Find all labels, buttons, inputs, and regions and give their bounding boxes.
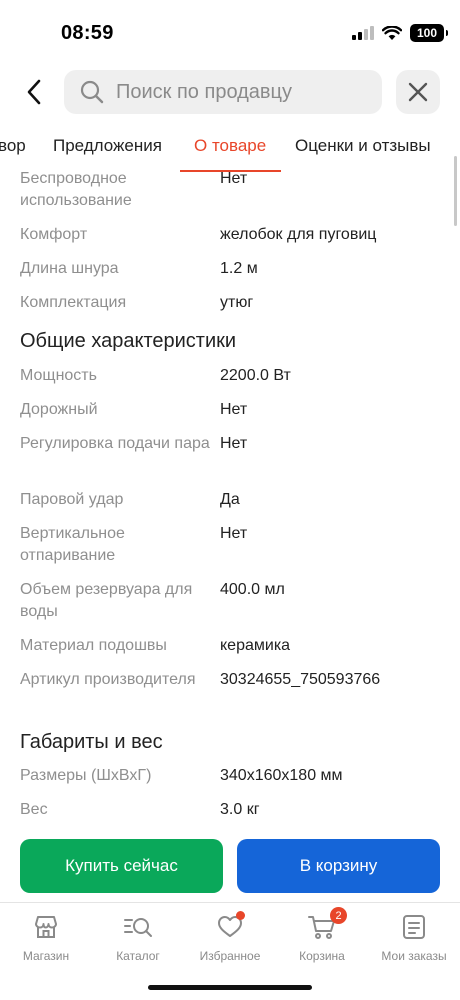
spec-value: желобок для пуговиц	[220, 226, 377, 243]
spec-key: Комплектация	[20, 294, 127, 311]
home-indicator[interactable]	[148, 985, 312, 990]
battery-icon: 100	[410, 24, 448, 42]
search-input[interactable]	[116, 80, 356, 104]
spec-key: Вес	[20, 801, 48, 818]
spec-value: 3.0 кг	[220, 801, 260, 818]
spec-key: Беспроводное использование	[20, 170, 132, 209]
spec-key: Комфорт	[20, 226, 88, 243]
spec-value: Нет	[220, 435, 248, 452]
spec-key: Длина шнура	[20, 260, 119, 277]
spec-value: Да	[220, 491, 240, 508]
status-icons: 100	[352, 24, 448, 42]
nav-catalog[interactable]: Каталог	[92, 911, 184, 963]
header	[0, 68, 460, 116]
close-button[interactable]	[396, 70, 440, 114]
nav-my-orders[interactable]: Мои заказы	[368, 911, 460, 963]
nav-label: Каталог	[116, 949, 160, 963]
scrollbar[interactable]	[454, 156, 457, 226]
store-icon	[35, 916, 57, 938]
spec-key: Регулировка подачи пара	[20, 435, 210, 452]
wifi-icon	[382, 25, 402, 40]
tab-partial[interactable]: вор	[0, 136, 26, 156]
spec-key: Материал подошвы	[20, 637, 167, 654]
back-button[interactable]	[14, 72, 54, 112]
status-time: 08:59	[61, 22, 114, 44]
nav-favorites[interactable]: Избранное	[184, 911, 276, 963]
status-bar: 08:59 100	[0, 0, 460, 64]
spec-value: 1.2 м	[220, 260, 258, 277]
spec-key: Размеры (ШхВхГ)	[20, 767, 152, 784]
section-title-general: Общие характеристики	[20, 330, 237, 352]
section-title-dimensions: Габариты и вес	[20, 731, 163, 753]
spec-value: 400.0 мл	[220, 581, 285, 598]
nav-label: Корзина	[299, 949, 345, 963]
spec-key: Паровой удар	[20, 491, 124, 508]
spec-value: 340x160x180 мм	[220, 767, 343, 784]
nav-label: Мои заказы	[381, 949, 447, 963]
catalog-search-icon	[124, 918, 152, 937]
tab-about-product[interactable]: О товаре	[194, 136, 266, 156]
favorites-badge-dot	[236, 911, 245, 920]
spec-key: Вертикальное отпаривание	[20, 525, 125, 564]
spec-key: Мощность	[20, 367, 97, 384]
spec-value: Нет	[220, 170, 248, 187]
nav-cart[interactable]: 2 Корзина	[276, 907, 368, 963]
spec-value: утюг	[220, 294, 254, 311]
chevron-left-icon	[27, 79, 41, 105]
spec-value: 30324655_750593766	[220, 671, 381, 688]
search-icon	[80, 80, 104, 104]
nav-store[interactable]: Магазин	[0, 911, 92, 963]
orders-icon	[403, 915, 425, 939]
tab-offers[interactable]: Предложения	[53, 136, 162, 156]
add-to-cart-button[interactable]: В корзину	[237, 839, 440, 893]
spec-value: керамика	[220, 637, 291, 654]
nav-label: Магазин	[22, 949, 70, 963]
cart-count-badge: 2	[330, 907, 347, 924]
search-box[interactable]	[64, 70, 382, 114]
buy-now-button[interactable]: Купить сейчас	[20, 839, 223, 893]
spec-value: Нет	[220, 525, 248, 542]
tab-reviews[interactable]: Оценки и отзывы	[295, 136, 431, 156]
spec-key: Объем резервуара для воды	[20, 581, 193, 620]
cellular-signal-icon	[352, 26, 374, 40]
spec-key: Артикул производителя	[20, 671, 196, 688]
spec-value: 2200.0 Вт	[220, 367, 291, 384]
close-icon	[408, 82, 428, 102]
spec-value: Нет	[220, 401, 248, 418]
spec-key: Дорожный	[20, 401, 98, 418]
product-specs: Беспроводное использование Нет Комфорт ж…	[0, 166, 460, 830]
nav-label: Избранное	[199, 949, 261, 963]
